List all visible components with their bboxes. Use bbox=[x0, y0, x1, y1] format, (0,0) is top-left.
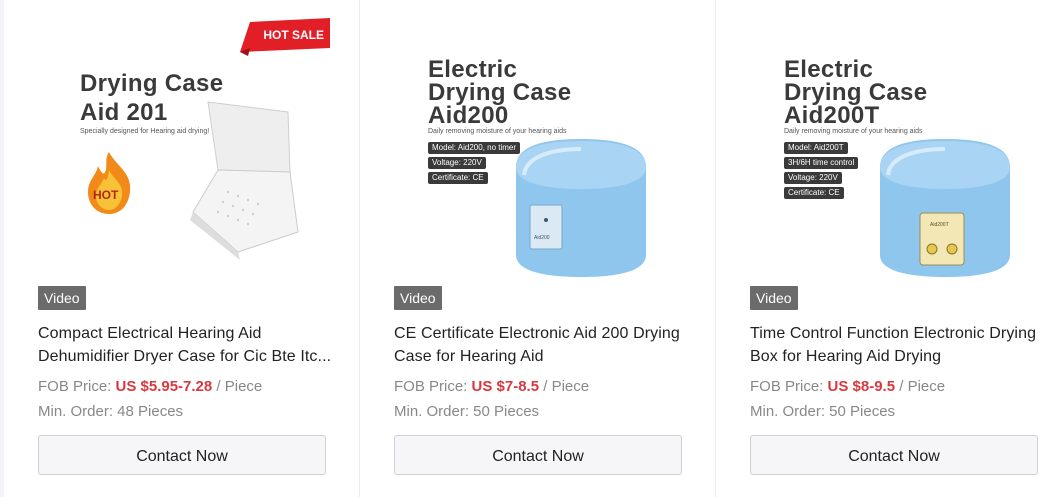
contact-now-button[interactable]: Contact Now bbox=[750, 435, 1038, 475]
fob-price: FOB Price: US $8-9.5 / Piece bbox=[750, 377, 945, 397]
product-title-line2[interactable]: Box for Hearing Aid Drying bbox=[750, 345, 1050, 368]
price-unit: / Piece bbox=[539, 378, 590, 395]
blue-dryer-device bbox=[880, 139, 1010, 277]
spec-tag: 3H/6H time control bbox=[784, 157, 859, 169]
product-image[interactable]: Electric Drying Case Aid200 Daily removi… bbox=[394, 0, 686, 310]
product-image[interactable]: Electric Drying Case Aid200T Daily remov… bbox=[750, 0, 1042, 310]
blue-dryer-device bbox=[516, 139, 646, 277]
product-title[interactable]: CE Certificate Electronic Aid 200 Drying… bbox=[394, 322, 694, 368]
dryer-case-illustration bbox=[190, 101, 299, 260]
product-title-line2[interactable]: Case for Hearing Aid bbox=[394, 345, 694, 368]
product-title-line1[interactable]: Compact Electrical Hearing Aid bbox=[38, 322, 338, 345]
contact-now-button[interactable]: Contact Now bbox=[394, 435, 682, 475]
product-grid: HOT SALE Drying Case Aid 201 Specially d… bbox=[4, 0, 1060, 497]
hot-sale-label: HOT SALE bbox=[263, 28, 324, 42]
min-order: Min. Order: 50 Pieces bbox=[750, 403, 896, 420]
device-label: Aid200 bbox=[534, 235, 550, 241]
product-title-line1[interactable]: CE Certificate Electronic Aid 200 Drying bbox=[394, 322, 694, 345]
price-value: US $5.95-7.28 bbox=[115, 378, 213, 395]
image-subtitle: Daily removing moisture of your hearing … bbox=[784, 128, 923, 135]
product-image[interactable]: HOT SALE Drying Case Aid 201 Specially d… bbox=[38, 0, 330, 310]
min-order: Min. Order: 48 Pieces bbox=[38, 403, 184, 420]
product-card[interactable]: Electric Drying Case Aid200T Daily remov… bbox=[716, 0, 1060, 497]
device-label: Aid200T bbox=[930, 222, 949, 228]
video-badge[interactable]: Video bbox=[394, 286, 442, 310]
price-label: FOB Price: bbox=[750, 378, 828, 395]
spec-tag: Voltage: 220V bbox=[428, 157, 486, 169]
image-title-line2: Aid 201 bbox=[80, 99, 168, 126]
fob-price: FOB Price: US $7-8.5 / Piece bbox=[394, 377, 589, 397]
price-label: FOB Price: bbox=[394, 378, 472, 395]
product-card[interactable]: HOT SALE Drying Case Aid 201 Specially d… bbox=[4, 0, 360, 497]
price-value: US $7-8.5 bbox=[471, 378, 540, 395]
spec-tag: Model: Aid200T bbox=[784, 142, 848, 154]
fire-icon bbox=[88, 152, 131, 214]
image-subtitle: Daily removing moisture of your hearing … bbox=[428, 128, 567, 135]
spec-tag: Certificate: CE bbox=[784, 187, 844, 199]
video-badge[interactable]: Video bbox=[750, 286, 798, 310]
product-title-line2[interactable]: Dehumidifier Dryer Case for Cic Bte Itc.… bbox=[38, 345, 338, 368]
image-title-line3: Aid200T bbox=[784, 102, 880, 129]
product-title[interactable]: Compact Electrical Hearing Aid Dehumidif… bbox=[38, 322, 338, 368]
min-order: Min. Order: 50 Pieces bbox=[394, 403, 540, 420]
spec-tag: Voltage: 220V bbox=[784, 172, 842, 184]
contact-now-button[interactable]: Contact Now bbox=[38, 435, 326, 475]
spec-tag: Certificate: CE bbox=[428, 172, 488, 184]
product-title[interactable]: Time Control Function Electronic Drying … bbox=[750, 322, 1050, 368]
price-unit: / Piece bbox=[212, 378, 263, 395]
product-card[interactable]: Electric Drying Case Aid200 Daily removi… bbox=[360, 0, 716, 497]
video-badge[interactable]: Video bbox=[38, 286, 86, 310]
price-value: US $8-9.5 bbox=[827, 378, 896, 395]
price-label: FOB Price: bbox=[38, 378, 116, 395]
image-title-line3: Aid200 bbox=[428, 102, 509, 129]
fob-price: FOB Price: US $5.95-7.28 / Piece bbox=[38, 377, 262, 397]
hot-icon-label: HOT bbox=[93, 188, 119, 202]
product-title-line1[interactable]: Time Control Function Electronic Drying bbox=[750, 322, 1050, 345]
price-unit: / Piece bbox=[895, 378, 946, 395]
